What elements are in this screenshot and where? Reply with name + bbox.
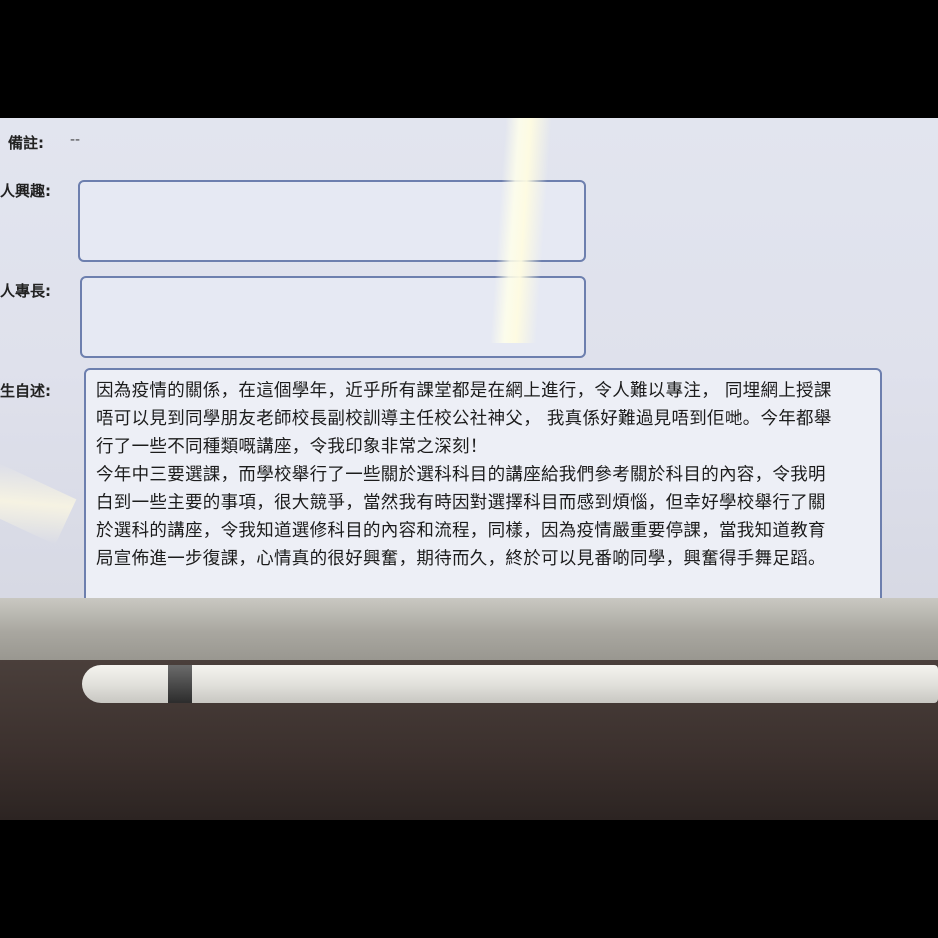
remark-label: 備註: [8, 134, 44, 152]
statement-line: 行了一些不同種類嘅講座，令我印象非常之深刻！ [96, 437, 488, 457]
interest-label: 人興趣: [0, 182, 51, 200]
stylus-band [168, 665, 192, 703]
statement-line: 因為疫情的關係，在這個學年，近乎所有課堂都是在網上進行，令人難以專注， 同埋網上… [96, 381, 832, 401]
light-reflection-left [0, 461, 77, 545]
statement-line: 白到一些主要的事項，很大競爭，當然我有時因對選擇科目而感到煩惱，但幸好學校舉行了… [96, 493, 826, 513]
statement-label: 生自述: [0, 382, 51, 400]
specialty-label: 人專長: [0, 282, 51, 300]
letterbox-top [0, 0, 938, 118]
statement-line: 於選科的講座，令我知道選修科目的內容和流程，同樣，因為疫情嚴重要停課，當我知道教… [96, 521, 826, 541]
letterbox-bottom [0, 820, 938, 938]
stylus-pencil [82, 665, 938, 703]
statement-line: 今年中三要選課，而學校舉行了一些關於選科科目的講座給我們參考關於科目的內容，令我… [96, 465, 826, 485]
statement-line: 唔可以見到同學朋友老師校長副校訓導主任校公社神父， 我真係好難過見唔到佢哋。今年… [96, 409, 832, 429]
statement-line: 局宣佈進一步復課，心情真的很好興奮，期待而久，終於可以見番啲同學，興奮得手舞足蹈… [96, 549, 826, 569]
tablet-screen: 備註: -- 人興趣: 人專長: 生自述: 因為疫情的關係，在這個學年，近乎所有… [0, 118, 938, 620]
remark-value: -- [70, 132, 81, 148]
statement-field[interactable]: 因為疫情的關係，在這個學年，近乎所有課堂都是在網上進行，令人難以專注， 同埋網上… [84, 368, 882, 616]
